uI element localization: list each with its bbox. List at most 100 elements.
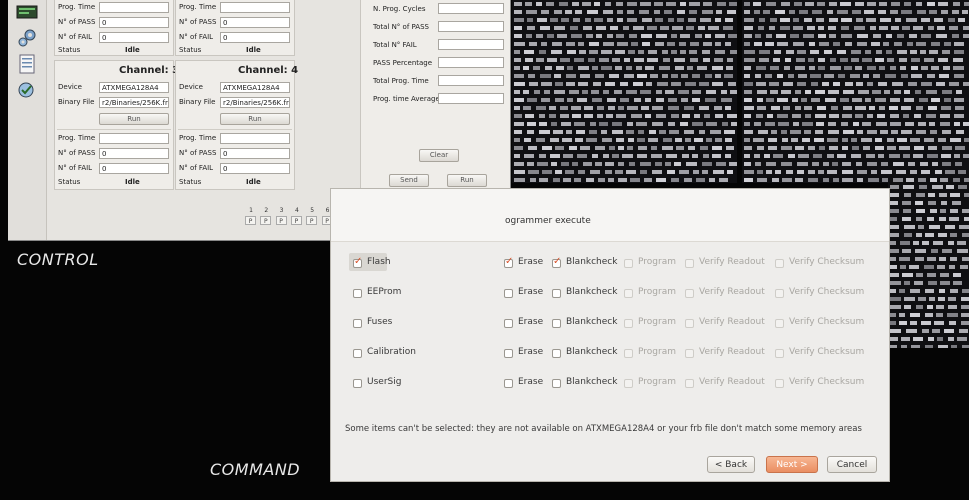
send-button[interactable]: Send bbox=[389, 174, 429, 187]
position-toggle[interactable]: P bbox=[290, 216, 302, 225]
next-button[interactable]: Next > bbox=[766, 456, 818, 473]
device-field[interactable]: ATXMEGA128A4 bbox=[220, 82, 290, 93]
hex-byte bbox=[642, 18, 652, 22]
hex-byte bbox=[744, 74, 750, 78]
hex-byte bbox=[537, 18, 547, 22]
hex-byte bbox=[675, 138, 682, 142]
erase-checkbox[interactable] bbox=[504, 349, 513, 358]
back-button[interactable]: < Back bbox=[707, 456, 755, 473]
hex-byte bbox=[916, 193, 925, 197]
hex-row bbox=[742, 88, 969, 96]
document-icon[interactable] bbox=[16, 54, 38, 74]
memory-flash-checkbox[interactable]: ✓ bbox=[353, 257, 362, 268]
hex-byte bbox=[652, 170, 662, 174]
hex-byte bbox=[624, 74, 634, 78]
hex-row bbox=[888, 279, 969, 287]
hex-row bbox=[742, 64, 969, 72]
fail-count-field[interactable]: 0 bbox=[220, 163, 290, 174]
position-toggle[interactable]: P bbox=[260, 216, 272, 225]
blankcheck-checkbox[interactable] bbox=[552, 319, 561, 328]
blankcheck-checkbox[interactable] bbox=[552, 289, 561, 298]
blankcheck-checkbox[interactable] bbox=[552, 379, 561, 388]
prog-time-field[interactable] bbox=[99, 2, 169, 13]
cancel-button[interactable]: Cancel bbox=[827, 456, 877, 473]
erase-checkbox[interactable] bbox=[504, 319, 513, 328]
hex-byte bbox=[753, 2, 761, 6]
hex-byte bbox=[928, 106, 937, 110]
prog-time-field[interactable] bbox=[220, 2, 290, 13]
hex-byte bbox=[551, 122, 557, 126]
hex-byte bbox=[927, 154, 938, 158]
hex-byte bbox=[601, 50, 612, 54]
device-field[interactable]: ATXMEGA128A4 bbox=[99, 82, 169, 93]
position-toggle[interactable]: P bbox=[245, 216, 256, 225]
run-button[interactable]: Run bbox=[220, 113, 290, 125]
status-value: Idle bbox=[125, 46, 140, 54]
run-all-button[interactable]: Run bbox=[447, 174, 487, 187]
hex-byte bbox=[629, 162, 635, 166]
hex-byte bbox=[924, 138, 934, 142]
hex-byte bbox=[890, 281, 901, 285]
hex-byte bbox=[663, 58, 670, 62]
prog-time-field[interactable] bbox=[220, 133, 290, 144]
hex-byte bbox=[904, 225, 915, 229]
hex-byte bbox=[916, 2, 922, 6]
fail-count-field[interactable]: 0 bbox=[99, 163, 169, 174]
stat-label: PASS Percentage bbox=[373, 59, 433, 67]
program-label: Program bbox=[638, 287, 676, 297]
hex-byte bbox=[702, 162, 712, 166]
hex-byte bbox=[918, 178, 926, 182]
pass-count-field[interactable]: 0 bbox=[220, 17, 290, 28]
memory-fuses-checkbox[interactable] bbox=[353, 319, 362, 328]
verify-checksum-label: Verify Checksum bbox=[789, 377, 865, 387]
hex-byte bbox=[933, 241, 943, 245]
gears-icon[interactable] bbox=[16, 28, 38, 48]
memory-usersig-checkbox[interactable] bbox=[353, 379, 362, 388]
fail-count-field[interactable]: 0 bbox=[99, 32, 169, 43]
hex-byte bbox=[925, 345, 933, 348]
hex-byte bbox=[703, 154, 709, 158]
hex-byte bbox=[554, 90, 565, 94]
device-list-icon[interactable] bbox=[16, 4, 38, 24]
position-toggle[interactable]: P bbox=[275, 216, 287, 225]
memory-eeprom-checkbox[interactable] bbox=[353, 289, 362, 298]
hex-row bbox=[742, 24, 969, 32]
hex-byte bbox=[757, 98, 763, 102]
clear-button[interactable]: Clear bbox=[419, 149, 459, 162]
hex-row bbox=[742, 152, 969, 160]
fail-count-field[interactable]: 0 bbox=[220, 32, 290, 43]
hex-byte bbox=[523, 90, 529, 94]
erase-checkbox[interactable] bbox=[504, 379, 513, 388]
hex-byte bbox=[725, 42, 731, 46]
hex-byte bbox=[871, 170, 877, 174]
hex-byte bbox=[536, 138, 545, 142]
status-value: Idle bbox=[246, 178, 261, 186]
run-button[interactable]: Run bbox=[99, 113, 169, 125]
pass-count-field[interactable]: 0 bbox=[99, 17, 169, 28]
prog-time-field[interactable] bbox=[99, 133, 169, 144]
erase-checkbox[interactable]: ✓ bbox=[504, 257, 513, 268]
binary-file-field[interactable]: r2/Binaries/256K.frb bbox=[220, 97, 290, 108]
pass-count-field[interactable]: 0 bbox=[99, 148, 169, 159]
memory-calibration-checkbox[interactable] bbox=[353, 349, 362, 358]
hex-row bbox=[512, 72, 737, 80]
pass-count-field[interactable]: 0 bbox=[220, 148, 290, 159]
hex-byte bbox=[715, 34, 725, 38]
hex-byte bbox=[890, 193, 899, 197]
hex-byte bbox=[717, 2, 726, 6]
hex-byte bbox=[573, 18, 580, 22]
hex-byte bbox=[950, 257, 957, 261]
binary-file-field[interactable]: r2/Binaries/256K.frb bbox=[99, 97, 169, 108]
program-label: Program bbox=[638, 257, 676, 267]
hex-byte bbox=[659, 130, 666, 134]
blankcheck-checkbox[interactable]: ✓ bbox=[552, 257, 561, 268]
erase-checkbox[interactable] bbox=[504, 289, 513, 298]
blankcheck-checkbox[interactable] bbox=[552, 349, 561, 358]
position-toggle[interactable]: P bbox=[306, 216, 318, 225]
hex-byte bbox=[885, 74, 896, 78]
hex-byte bbox=[671, 50, 677, 54]
hex-byte bbox=[667, 42, 675, 46]
settings-check-icon[interactable] bbox=[16, 80, 38, 100]
hex-byte bbox=[904, 305, 911, 309]
hex-byte bbox=[757, 178, 767, 182]
